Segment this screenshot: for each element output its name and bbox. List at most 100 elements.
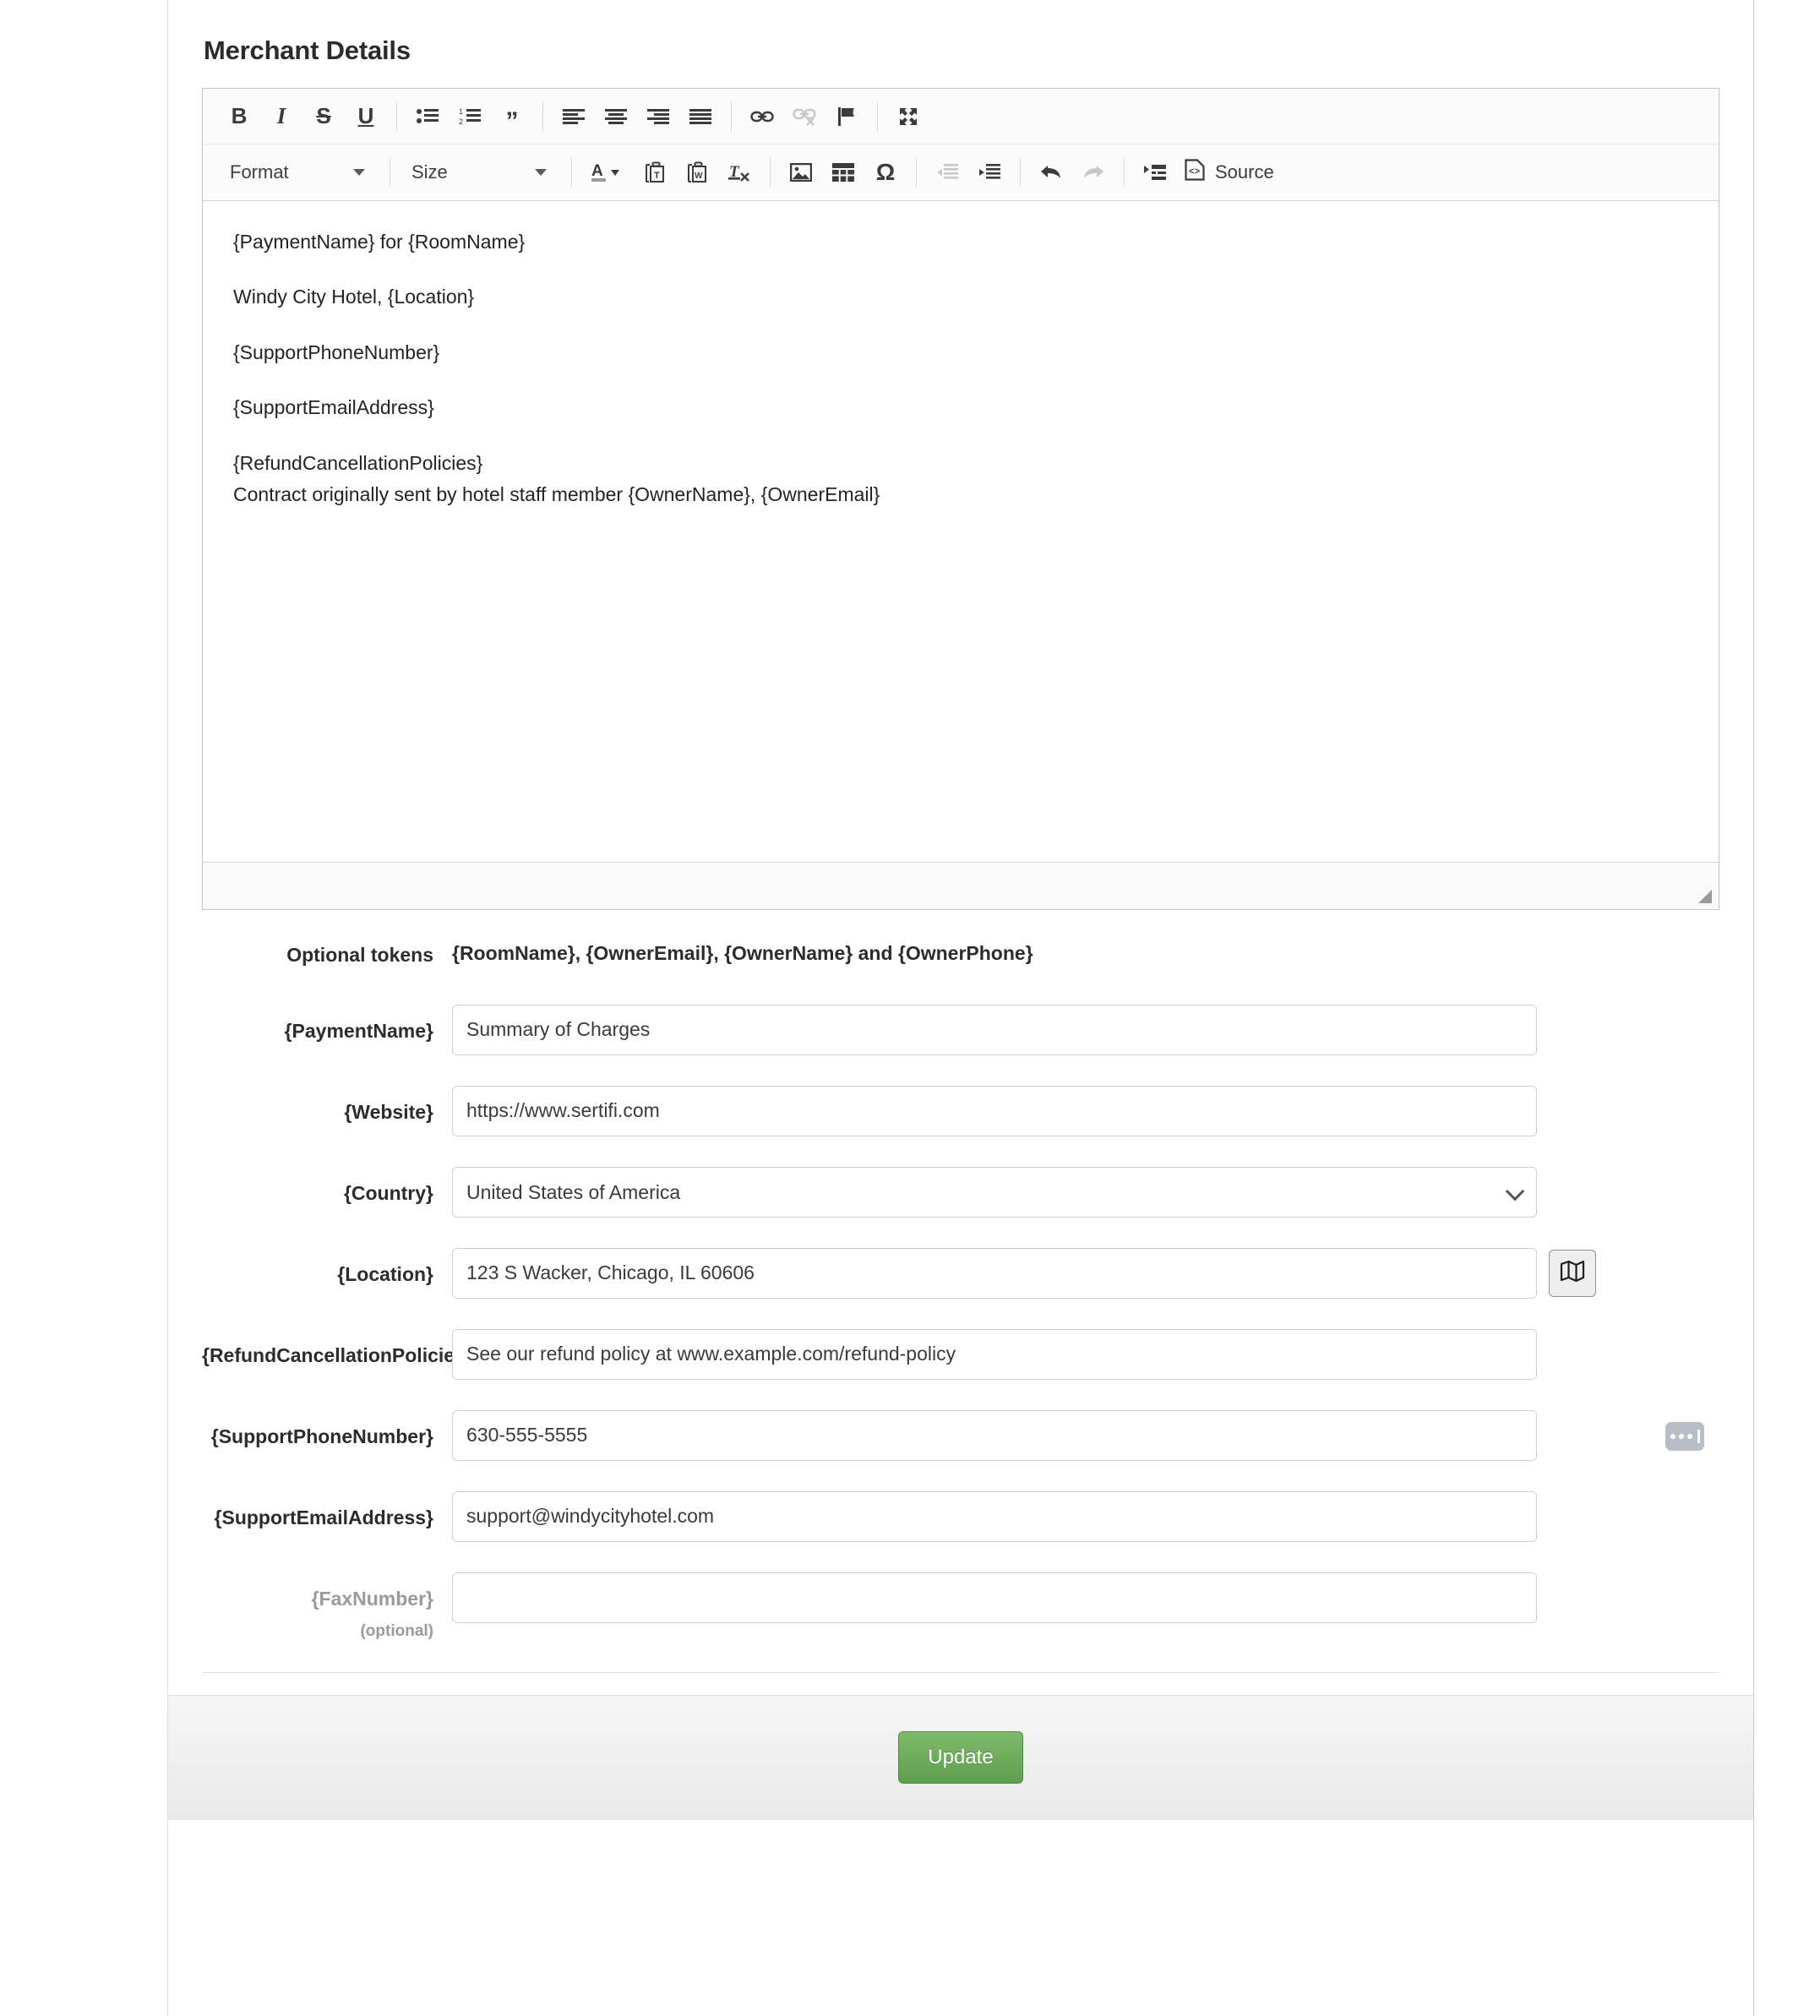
website-label: {Website} xyxy=(344,1100,433,1123)
numbered-list-icon[interactable]: 12 xyxy=(449,97,491,136)
svg-text:W: W xyxy=(695,172,703,181)
toolbar-separator xyxy=(770,158,771,187)
fax-number-input[interactable] xyxy=(452,1572,1537,1623)
italic-icon[interactable]: I xyxy=(260,97,302,136)
resize-grip-icon[interactable] xyxy=(1698,890,1712,903)
toolbar-separator xyxy=(1020,158,1021,187)
editor-toolbar: B I S U 12 ” Format Size A T W T Ω <> So… xyxy=(203,89,1719,201)
text-color-icon[interactable]: A xyxy=(581,153,634,192)
website-input[interactable] xyxy=(452,1085,1537,1136)
support-phone-number-row: {SupportPhoneNumber} xyxy=(202,1409,1719,1461)
form-footer: Update xyxy=(168,1694,1753,1820)
redo-icon xyxy=(1072,153,1114,192)
align-center-icon[interactable] xyxy=(595,97,637,136)
chevron-down-icon xyxy=(535,169,547,176)
unlink-icon xyxy=(783,97,826,136)
undo-icon[interactable] xyxy=(1030,153,1072,192)
country-row: {Country} United States of America xyxy=(202,1166,1719,1218)
editor-line: Contract originally sent by hotel staff … xyxy=(233,483,880,506)
toolbar-separator xyxy=(731,101,732,131)
rich-text-editor: B I S U 12 ” Format Size A T W T Ω <> So… xyxy=(202,88,1719,910)
form-divider xyxy=(202,1671,1719,1673)
remove-format-icon[interactable]: T xyxy=(718,153,760,192)
support-email-address-label: {SupportEmailAddress} xyxy=(214,1506,433,1528)
update-button[interactable]: Update xyxy=(898,1731,1023,1784)
payment-name-row: {PaymentName} xyxy=(202,1004,1719,1055)
size-select-label: Size xyxy=(411,161,448,183)
align-left-icon[interactable] xyxy=(553,97,595,136)
page-right-rail xyxy=(1753,0,1754,2016)
table-icon[interactable] xyxy=(822,153,864,192)
support-email-address-input[interactable] xyxy=(452,1490,1537,1542)
editor-toolbar-row-1: B I S U 12 ” xyxy=(203,89,1719,144)
templates-icon[interactable] xyxy=(1134,153,1176,192)
country-label: {Country} xyxy=(343,1181,433,1204)
justify-icon[interactable] xyxy=(679,97,722,136)
website-row: {Website} xyxy=(202,1085,1719,1136)
fax-number-optional-note: (optional) xyxy=(360,1622,433,1641)
size-select[interactable]: Size xyxy=(400,154,557,191)
refund-cancellation-policies-label: {RefundCancellationPolicies} xyxy=(202,1343,473,1366)
optional-tokens-label: Optional tokens xyxy=(286,944,433,966)
payment-name-label: {PaymentName} xyxy=(284,1019,433,1042)
support-email-address-row: {SupportEmailAddress} xyxy=(202,1490,1719,1542)
svg-text:A: A xyxy=(591,162,603,180)
optional-tokens-row: Optional tokens {RoomName}, {OwnerEmail}… xyxy=(202,929,1719,967)
editor-line: Windy City Hotel, {Location} xyxy=(233,286,475,308)
blockquote-icon[interactable]: ” xyxy=(491,97,533,136)
bulleted-list-icon[interactable] xyxy=(406,97,449,136)
underline-icon[interactable]: U xyxy=(345,97,387,136)
fax-number-row: {FaxNumber} (optional) xyxy=(202,1572,1719,1642)
page-content: Merchant Details B I S U 1 2 ” Format Si… xyxy=(168,0,1753,2016)
indent-icon[interactable] xyxy=(968,153,1011,192)
toolbar-separator xyxy=(571,158,572,187)
page-title: Merchant Details xyxy=(204,35,411,65)
editor-toolbar-row-2: Format Size A T W T Ω <> Source xyxy=(203,144,1719,200)
fax-number-label-text: {FaxNumber} xyxy=(311,1587,433,1610)
image-icon[interactable] xyxy=(780,153,822,192)
maximize-icon[interactable] xyxy=(887,97,929,136)
outdent-icon xyxy=(926,153,968,192)
editor-content-area[interactable]: {PaymentName} for {RoomName} Windy City … xyxy=(203,201,1719,862)
toolbar-separator xyxy=(542,101,543,131)
source-button-label: Source xyxy=(1215,161,1274,183)
chevron-down-icon xyxy=(353,169,365,176)
svg-text:2: 2 xyxy=(459,117,463,126)
map-icon xyxy=(1560,1260,1585,1286)
support-phone-number-input[interactable] xyxy=(452,1409,1537,1461)
refund-cancellation-policies-input[interactable] xyxy=(452,1328,1537,1380)
toolbar-separator xyxy=(916,158,917,187)
location-row: {Location} xyxy=(202,1247,1719,1299)
editor-line: {RefundCancellationPolicies} xyxy=(233,451,483,474)
align-right-icon[interactable] xyxy=(637,97,679,136)
country-select[interactable]: United States of America xyxy=(452,1166,1537,1218)
paste-from-word-icon[interactable]: W xyxy=(676,153,718,192)
optional-tokens-value: {RoomName}, {OwnerEmail}, {OwnerName} an… xyxy=(452,942,1033,964)
fax-number-label: {FaxNumber} (optional) xyxy=(202,1572,452,1642)
location-input[interactable] xyxy=(452,1247,1537,1299)
special-character-icon[interactable]: Ω xyxy=(864,153,907,192)
payment-name-input[interactable] xyxy=(452,1004,1537,1055)
bold-icon[interactable]: B xyxy=(218,97,260,136)
refund-cancellation-policies-row: {RefundCancellationPolicies} xyxy=(202,1328,1719,1380)
merchant-details-form: Optional tokens {RoomName}, {OwnerEmail}… xyxy=(202,910,1719,1642)
page-root: Merchant Details B I S U 1 2 ” Format Si… xyxy=(0,0,1820,2016)
svg-text:1: 1 xyxy=(459,107,463,116)
paste-as-text-icon[interactable]: T xyxy=(634,153,676,192)
format-select-label: Format xyxy=(230,161,289,183)
svg-text:T: T xyxy=(654,171,660,181)
map-picker-button[interactable] xyxy=(1549,1249,1596,1297)
strikethrough-icon[interactable]: S xyxy=(302,97,345,136)
format-select[interactable]: Format xyxy=(218,154,375,191)
toolbar-separator xyxy=(877,101,878,131)
source-code-icon: <> xyxy=(1185,159,1205,186)
flag-icon[interactable] xyxy=(826,97,868,136)
svg-text:<>: <> xyxy=(1189,167,1201,177)
source-button[interactable]: <> Source xyxy=(1176,153,1284,192)
location-label: {Location} xyxy=(337,1262,433,1285)
support-phone-number-label: {SupportPhoneNumber} xyxy=(210,1425,433,1447)
editor-line: {PaymentName} for {RoomName} xyxy=(233,231,526,253)
autofill-dots-icon xyxy=(1665,1421,1704,1451)
toolbar-separator xyxy=(1124,158,1125,187)
link-icon[interactable] xyxy=(741,97,783,136)
